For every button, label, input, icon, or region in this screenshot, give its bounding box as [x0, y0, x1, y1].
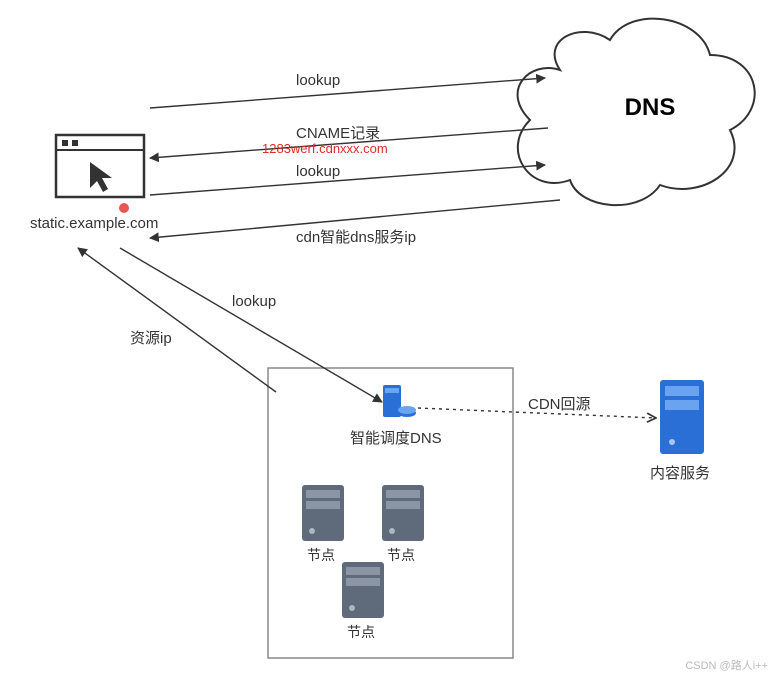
browser-caption: static.example.com: [30, 215, 158, 232]
edge-node-2-label: 节点: [387, 545, 415, 565]
cname-value-label: 1283werf.cdnxxx.com: [262, 141, 388, 156]
lookup3-label: lookup: [232, 293, 276, 310]
arrow-lookup2: [150, 165, 545, 195]
edge-node-3-label: 节点: [347, 622, 375, 642]
cname-record-label: CNAME记录: [296, 122, 380, 143]
lookup1-label: lookup: [296, 72, 340, 89]
arrow-lookup3: [120, 248, 382, 402]
smart-dns-label: 智能调度DNS: [350, 427, 442, 448]
diagram-canvas: DNS: [0, 0, 778, 679]
arrow-resource-ip: [78, 248, 276, 392]
arrow-lookup1: [150, 78, 545, 108]
browser-icon: [56, 135, 144, 213]
lookup2-label: lookup: [296, 163, 340, 180]
dns-cloud-label: DNS: [625, 94, 676, 121]
edge-node-1-label: 节点: [307, 545, 335, 565]
edge-node-icon-3: [342, 562, 384, 618]
smart-dns-icon: [383, 385, 416, 417]
edge-node-icon-2: [382, 485, 424, 541]
content-server-icon: [660, 380, 704, 454]
cdn-origin-label: CDN回源: [528, 393, 591, 414]
content-server-label: 内容服务: [650, 462, 710, 483]
cdn-dns-ip-label: cdn智能dns服务ip: [296, 226, 416, 247]
edge-node-icon-1: [302, 485, 344, 541]
resource-ip-label: 资源ip: [130, 327, 172, 348]
watermark: CSDN @路人i++: [685, 657, 768, 673]
